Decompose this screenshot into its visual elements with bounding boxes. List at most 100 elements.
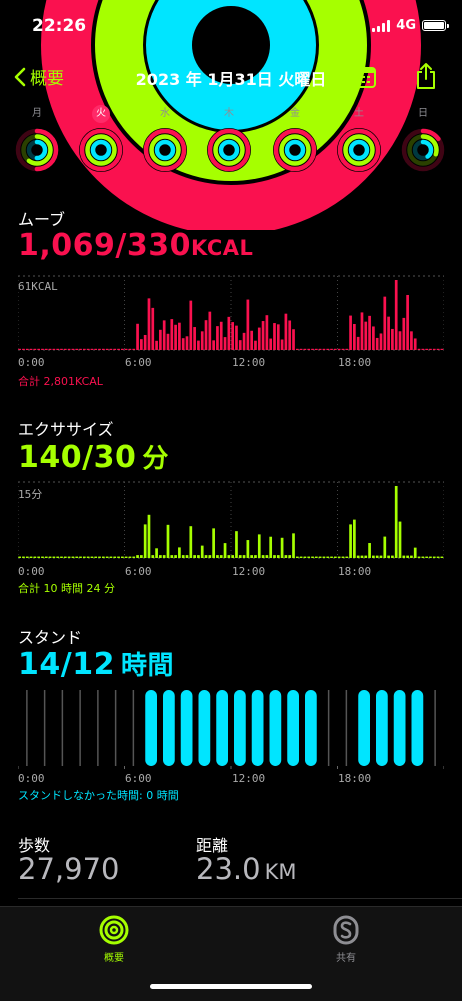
bar [341,556,345,558]
bar [109,348,113,350]
bar [170,319,174,350]
day-2[interactable]: 水 [142,105,188,173]
bar [436,348,440,350]
bar [379,555,383,558]
bar [178,547,181,558]
share-button[interactable] [414,62,438,94]
network-type: 4G [396,18,416,33]
bar [242,555,246,558]
bar [200,545,204,558]
axis-tick: 0:00 [18,772,45,785]
bar [41,348,44,350]
bar [398,331,402,350]
bar [413,547,417,558]
bar [204,320,208,350]
move-unit: KCAL [190,236,254,260]
bar [387,555,390,558]
bar [440,556,444,558]
bar [349,524,352,558]
day-3[interactable]: 木 [206,105,252,173]
bar [261,321,265,350]
bar [117,556,120,558]
bar [67,348,71,350]
bar [94,556,98,558]
move-title: ムーブ [18,210,66,229]
bar [406,555,409,558]
activity-rings-icon [99,915,129,945]
bar [82,556,86,558]
bar [208,311,212,350]
day-rings-icon [15,128,59,172]
bar [105,348,109,350]
bar [333,348,337,350]
bar [254,340,257,350]
stand-bar [251,690,264,766]
bar [128,348,132,350]
day-rings-icon [79,128,123,172]
tab-summary[interactable]: 概要 [82,915,146,964]
day-0[interactable]: 月 [14,105,60,173]
bar [231,555,235,558]
bar [159,329,162,350]
bar [219,321,223,350]
day-1[interactable]: 火 [78,105,124,173]
bar [353,519,356,558]
bar [254,555,257,558]
bar [162,555,166,558]
bar [299,556,303,558]
bar [90,556,94,558]
exercise-value: 140/30 分 [18,438,169,475]
day-5[interactable]: 土 [336,105,382,173]
bar [181,338,185,350]
bar [311,556,314,558]
bar [48,556,52,558]
bar [410,331,413,350]
day-6[interactable]: 日 [400,105,446,173]
stand-axis: 0:00 6:00 12:00 18:00 [18,772,444,786]
bar [257,327,261,350]
bar [33,348,37,350]
bar [417,348,421,350]
bar [25,348,29,350]
day-rings-icon [273,128,317,172]
stand-bar [145,690,157,766]
bar [140,339,143,350]
bar [60,556,63,558]
bar [356,336,360,350]
bar [288,555,292,558]
bar [159,555,162,558]
exercise-unit: 分 [142,444,169,474]
tab-summary-label: 概要 [104,953,124,964]
day-rings-icon [337,128,381,172]
bar [200,331,204,350]
move-total: 合計 2,801KCAL [18,375,103,388]
calendar-button[interactable] [352,66,376,92]
bar [185,555,189,558]
day-4[interactable]: 金 [272,105,318,173]
bar [288,320,292,350]
bar [174,555,177,558]
bar [82,348,86,350]
bar [170,555,174,558]
stand-bar [234,690,246,766]
bar [132,556,136,558]
bar [394,280,398,350]
tab-sharing[interactable]: 共有 [314,915,378,964]
stand-bar [180,690,193,766]
bar [368,543,371,558]
bar [284,313,288,350]
bar [109,556,113,558]
bar [364,555,368,558]
bar [155,340,158,350]
bar [326,348,330,350]
back-button[interactable]: 概要 [14,64,64,89]
bar [425,348,428,350]
bar [204,555,208,558]
bar [265,555,269,558]
stand-value-number: 14/12 [18,647,115,682]
bar [18,348,22,350]
bar [29,348,33,350]
bar [417,556,421,558]
bar [391,555,394,558]
bar [265,315,269,350]
